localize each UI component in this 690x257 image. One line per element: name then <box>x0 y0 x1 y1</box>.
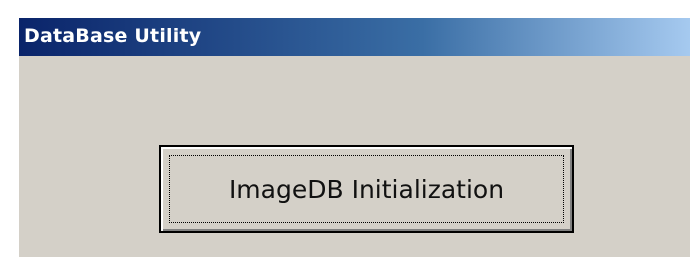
focus-rectangle: ImageDB Initialization <box>169 155 564 223</box>
title-bar[interactable]: DataBase Utility <box>19 18 690 56</box>
button-label: ImageDB Initialization <box>228 174 505 204</box>
window-client-area: ImageDB Initialization <box>19 56 690 257</box>
database-utility-window: DataBase Utility ImageDB Initialization <box>18 18 690 257</box>
imagedb-initialization-button[interactable]: ImageDB Initialization <box>159 145 574 233</box>
window-title: DataBase Utility <box>24 25 202 47</box>
